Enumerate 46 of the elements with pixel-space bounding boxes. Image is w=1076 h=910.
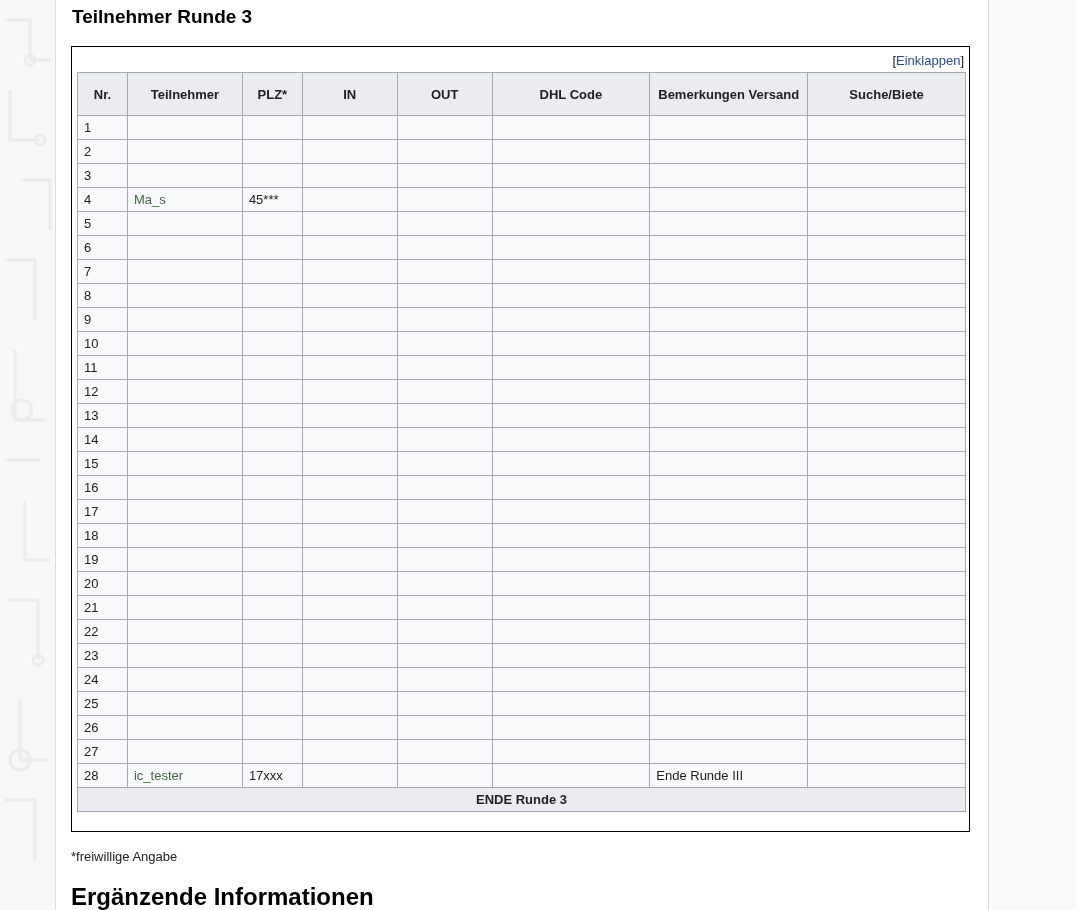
table-cell: 20 <box>77 571 128 596</box>
section-heading: Ergänzende Informationen <box>71 882 375 910</box>
column-header: OUT <box>397 72 493 116</box>
user-link[interactable]: ic_tester <box>127 763 243 788</box>
table-cell: 5 <box>77 211 128 236</box>
table-cell: 10 <box>77 331 128 356</box>
table-cell: 14 <box>77 427 128 452</box>
table-cell: 18 <box>77 523 128 548</box>
table-cell: Ende Runde III <box>649 763 808 788</box>
collapse-toggle[interactable]: [Einklappen] <box>892 52 964 72</box>
table-cell: 2 <box>77 139 128 164</box>
table-cell: 19 <box>77 547 128 572</box>
column-header: PLZ* <box>242 72 303 116</box>
table-cell: 17xxx <box>242 763 303 788</box>
table-cell: 21 <box>77 595 128 620</box>
table-cell: 45*** <box>242 187 303 212</box>
table-cell: 8 <box>77 283 128 308</box>
table-cell: 9 <box>77 307 128 332</box>
table-cell: 25 <box>77 691 128 716</box>
table-cell: 28 <box>77 763 128 788</box>
user-link[interactable]: Ma_s <box>127 187 243 212</box>
table-footer: ENDE Runde 3 <box>77 787 966 812</box>
column-header: DHL Code <box>492 72 650 116</box>
table-cell: 24 <box>77 667 128 692</box>
table-cell: 12 <box>77 379 128 404</box>
column-header: Nr. <box>77 72 128 116</box>
footnote-text: *freiwillige Angabe <box>71 848 179 866</box>
table-cell: 11 <box>77 355 128 380</box>
table-cell: 6 <box>77 235 128 260</box>
table-cell: 7 <box>77 259 128 284</box>
table-cell: 13 <box>77 403 128 428</box>
section-heading: Teilnehmer Runde 3 <box>72 5 254 29</box>
table-cell: 27 <box>77 739 128 764</box>
table-cell: 4 <box>77 187 128 212</box>
table-cell: 16 <box>77 475 128 500</box>
column-header: Teilnehmer <box>127 72 243 116</box>
table-cell: 1 <box>77 115 128 140</box>
table-cell: 22 <box>77 619 128 644</box>
column-header: Suche/Biete <box>807 72 966 116</box>
table-cell: 23 <box>77 643 128 668</box>
column-header: Bemerkungen Versand <box>649 72 808 116</box>
table-cell: 26 <box>77 715 128 740</box>
column-header: IN <box>302 72 398 116</box>
table-cell: 17 <box>77 499 128 524</box>
table-cell: 15 <box>77 451 128 476</box>
table-cell: 3 <box>77 163 128 188</box>
